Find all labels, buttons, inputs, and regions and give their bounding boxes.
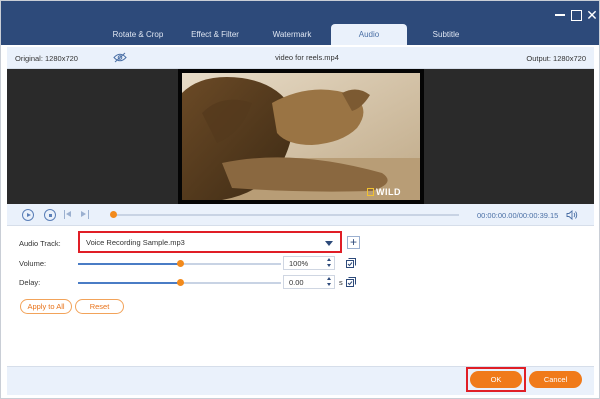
audio-settings-panel: Audio Track: Voice Recording Sample.mp3 … — [7, 226, 594, 366]
tab-rotate-crop[interactable]: Rotate & Crop — [100, 24, 176, 45]
delay-label: Delay: — [19, 278, 41, 287]
video-filename: video for reels.mp4 — [275, 53, 339, 62]
lion-video-frame: WILD — [182, 73, 420, 200]
volume-value: 100% — [289, 259, 309, 268]
volume-icon[interactable] — [566, 210, 578, 220]
delay-slider-fill — [78, 282, 180, 284]
volume-label: Volume: — [19, 259, 47, 268]
delay-spinner[interactable] — [326, 277, 333, 288]
minimize-icon[interactable] — [553, 8, 567, 22]
audio-track-select[interactable]: Voice Recording Sample.mp3 — [78, 231, 342, 253]
tab-effect-filter[interactable]: Effect & Filter — [177, 24, 253, 45]
ok-button[interactable]: OK — [470, 371, 522, 388]
copy-apply-icon[interactable] — [346, 277, 356, 287]
seek-thumb[interactable] — [110, 211, 117, 218]
skip-previous-icon[interactable] — [64, 210, 72, 219]
audio-track-value: Voice Recording Sample.mp3 — [86, 238, 185, 247]
delay-unit: s — [339, 278, 343, 287]
stop-icon[interactable] — [44, 209, 56, 221]
copy-apply-icon[interactable] — [346, 258, 356, 268]
skip-next-icon[interactable] — [81, 210, 89, 219]
nat-geo-wild-logo: WILD — [367, 187, 401, 197]
cancel-button[interactable]: Cancel — [529, 371, 582, 388]
delay-slider-thumb[interactable] — [177, 279, 184, 286]
add-audio-button[interactable]: + — [347, 236, 360, 249]
chevron-down-icon — [325, 241, 333, 246]
audio-track-label: Audio Track: — [19, 239, 61, 248]
play-icon[interactable] — [22, 209, 34, 221]
delay-slider[interactable] — [78, 279, 281, 286]
reset-button[interactable]: Reset — [75, 299, 124, 314]
playback-controls: 00:00:00.00/00:00:39.15 — [7, 204, 594, 226]
close-icon[interactable]: ✕ — [585, 8, 599, 22]
current-time: 00:00:00.00 — [477, 211, 517, 220]
delay-value: 0.00 — [289, 278, 304, 287]
original-resolution: Original: 1280x720 — [15, 54, 78, 63]
total-time: 00:00:39.15 — [518, 211, 559, 220]
seek-bar[interactable] — [113, 214, 459, 216]
volume-input[interactable]: 100% — [283, 256, 335, 270]
video-preview-area: WILD — [7, 69, 594, 204]
restore-icon[interactable] — [569, 8, 583, 22]
tab-audio[interactable]: Audio — [331, 24, 407, 45]
volume-slider-fill — [78, 263, 180, 265]
timecode: 00:00:00.00/00:00:39.15 — [477, 211, 558, 220]
tab-subtitle[interactable]: Subtitle — [408, 24, 484, 45]
tab-watermark[interactable]: Watermark — [254, 24, 330, 45]
video-info-bar: Original: 1280x720 video for reels.mp4 O… — [7, 47, 594, 69]
video-frame: WILD — [178, 69, 424, 204]
eye-hidden-icon[interactable] — [113, 52, 127, 63]
apply-to-all-button[interactable]: Apply to All — [20, 299, 72, 314]
delay-input[interactable]: 0.00 — [283, 275, 335, 289]
volume-spinner[interactable] — [326, 258, 333, 269]
volume-slider-thumb[interactable] — [177, 260, 184, 267]
volume-slider[interactable] — [78, 260, 281, 267]
output-resolution: Output: 1280x720 — [526, 54, 586, 63]
editor-tabs: Rotate & Crop Effect & Filter Watermark … — [100, 24, 485, 45]
